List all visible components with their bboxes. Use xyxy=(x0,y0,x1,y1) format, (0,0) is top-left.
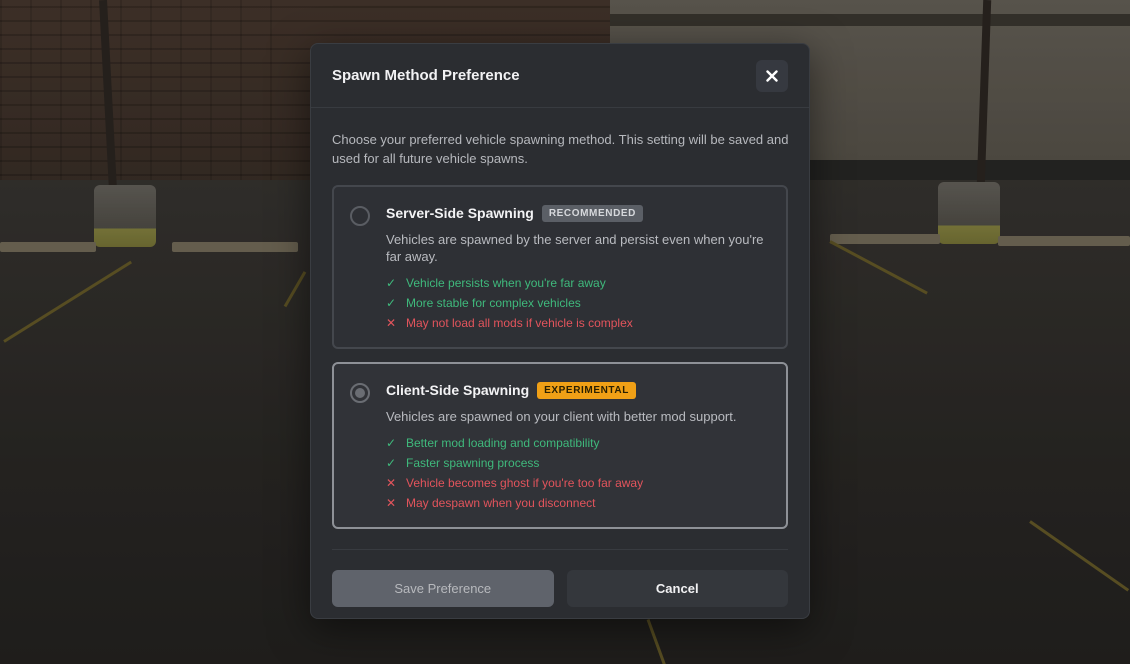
dialog-title: Spawn Method Preference xyxy=(332,67,520,84)
option-title: Server-Side Spawning xyxy=(386,205,534,221)
radio-dot xyxy=(355,388,365,398)
dialog-header: Spawn Method Preference xyxy=(311,44,809,108)
option-server-side[interactable]: Server-Side Spawning RECOMMENDED Vehicle… xyxy=(332,185,788,349)
cross-icon: ✕ xyxy=(386,476,397,490)
option-title: Client-Side Spawning xyxy=(386,382,530,398)
radio-server-side[interactable] xyxy=(350,206,370,226)
check-icon: ✓ xyxy=(386,296,397,310)
dialog-body: Choose your preferred vehicle spawning m… xyxy=(311,108,809,529)
cross-icon: ✕ xyxy=(386,316,397,330)
dialog-intro: Choose your preferred vehicle spawning m… xyxy=(332,132,789,166)
feature-list: ✓ Vehicle persists when you're far away ✓… xyxy=(386,273,772,333)
check-icon: ✓ xyxy=(386,436,397,450)
option-description: Vehicles are spawned by the server and p… xyxy=(386,232,764,264)
check-icon: ✓ xyxy=(386,276,397,290)
feature-con: ✕ May despawn when you disconnect xyxy=(386,496,596,510)
experimental-badge: EXPERIMENTAL xyxy=(537,381,636,399)
radio-client-side[interactable] xyxy=(350,383,370,403)
option-client-side[interactable]: Client-Side Spawning EXPERIMENTAL Vehicl… xyxy=(332,362,788,529)
feature-pro: ✓ Vehicle persists when you're far away xyxy=(386,276,606,290)
feature-pro: ✓ Better mod loading and compatibility xyxy=(386,436,600,450)
feature-con: ✕ Vehicle becomes ghost if you're too far… xyxy=(386,476,644,490)
recommended-badge: RECOMMENDED xyxy=(541,204,643,222)
cancel-button[interactable]: Cancel xyxy=(566,570,788,607)
cross-icon: ✕ xyxy=(386,496,397,510)
feature-pro: ✓ More stable for complex vehicles xyxy=(386,296,581,310)
feature-pro: ✓ Faster spawning process xyxy=(386,456,540,470)
feature-list: ✓ Better mod loading and compatibility ✓ F… xyxy=(386,433,772,513)
save-preference-button[interactable]: Save Preference xyxy=(332,570,554,607)
close-icon xyxy=(766,69,778,82)
option-description: Vehicles are spawned on your client with… xyxy=(386,409,737,424)
feature-con: ✕ May not load all mods if vehicle is com… xyxy=(386,316,633,330)
spawn-method-dialog: Spawn Method Preference Choose your pref… xyxy=(310,43,810,619)
dialog-footer: Save Preference Cancel xyxy=(311,550,809,607)
close-button[interactable] xyxy=(756,59,788,92)
check-icon: ✓ xyxy=(386,456,397,470)
